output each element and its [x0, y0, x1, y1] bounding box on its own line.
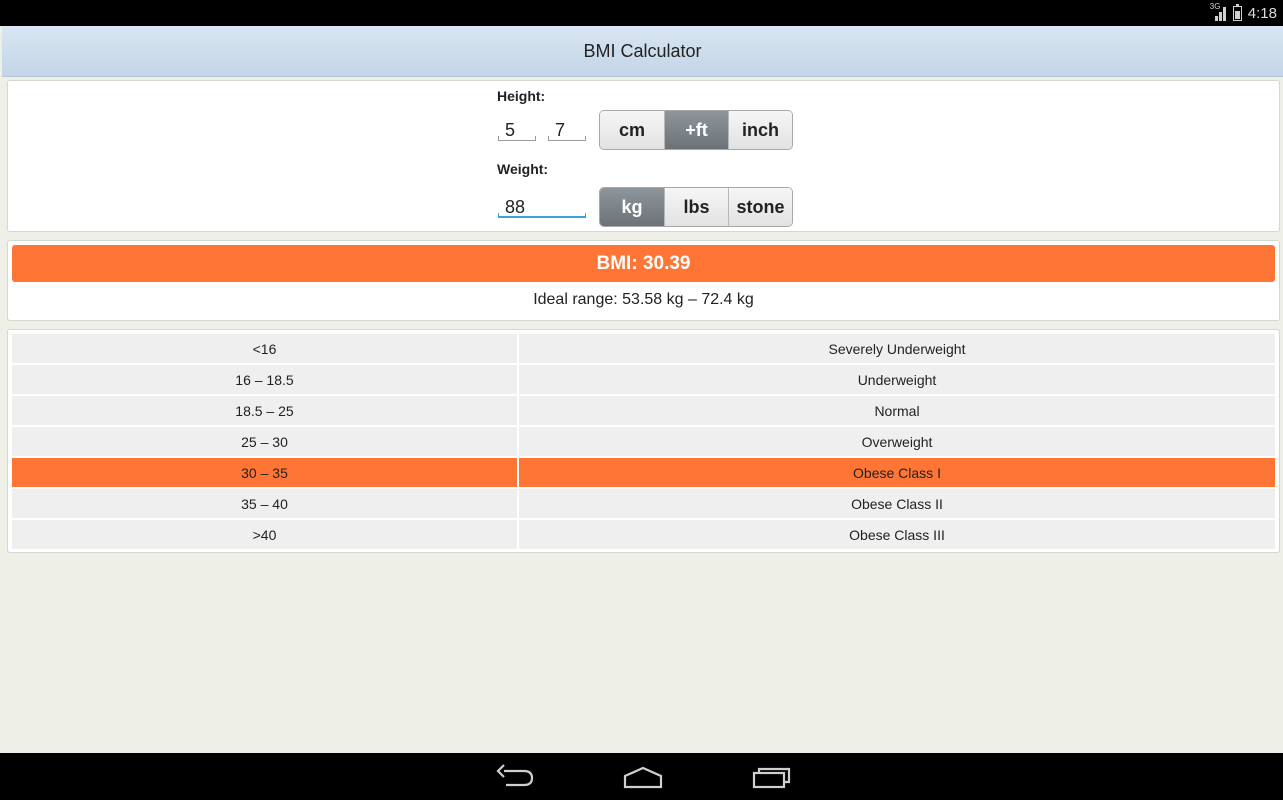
bmi-range-cell: 25 – 30	[12, 427, 517, 456]
weight-input[interactable]: 88	[498, 196, 586, 218]
bmi-value: BMI: 30.39	[596, 252, 691, 274]
bmi-range-cell: <16	[12, 334, 517, 363]
bmi-category-cell: Severely Underweight	[519, 334, 1275, 363]
table-row: 16 – 18.5 Underweight	[12, 365, 1275, 394]
height-unit-ft-button[interactable]: +ft	[664, 111, 728, 149]
app-title: BMI Calculator	[583, 40, 702, 61]
status-icons: 3G 4:18	[1209, 2, 1277, 24]
battery-icon	[1232, 3, 1242, 21]
home-icon[interactable]	[613, 761, 673, 793]
input-panel: Height: 5 7 cm +ft inch Weight: 88 kg lb…	[7, 80, 1280, 232]
height-inches-input[interactable]: 7	[548, 119, 586, 141]
bmi-result-bar: BMI: 30.39	[12, 245, 1275, 282]
table-row: 25 – 30 Overweight	[12, 427, 1275, 456]
table-row: 18.5 – 25 Normal	[12, 396, 1275, 425]
status-bar: 3G 4:18	[0, 0, 1283, 26]
bmi-category-cell: Obese Class II	[519, 489, 1275, 518]
bmi-range-cell: >40	[12, 520, 517, 549]
bmi-category-cell: Obese Class I	[519, 458, 1275, 487]
weight-unit-lbs-button[interactable]: lbs	[664, 188, 728, 226]
height-label: Height:	[497, 88, 546, 104]
result-panel: BMI: 30.39 Ideal range: 53.58 kg – 72.4 …	[7, 240, 1280, 321]
height-unit-cm-button[interactable]: cm	[600, 111, 664, 149]
height-unit-inch-button[interactable]: inch	[728, 111, 792, 149]
weight-unit-selector: kg lbs stone	[599, 187, 793, 227]
bmi-range-cell: 30 – 35	[12, 458, 517, 487]
weight-label: Weight:	[497, 161, 549, 177]
table-row: <16 Severely Underweight	[12, 334, 1275, 363]
bmi-range-cell: 35 – 40	[12, 489, 517, 518]
recent-apps-icon[interactable]	[742, 761, 802, 793]
bmi-range-cell: 18.5 – 25	[12, 396, 517, 425]
bmi-category-cell: Normal	[519, 396, 1275, 425]
table-row: 35 – 40 Obese Class II	[12, 489, 1275, 518]
weight-unit-kg-button[interactable]: kg	[600, 188, 664, 226]
bmi-range-cell: 16 – 18.5	[12, 365, 517, 394]
bmi-category-table: <16 Severely Underweight 16 – 18.5 Under…	[7, 329, 1280, 553]
title-bar: BMI Calculator	[2, 26, 1283, 77]
bmi-category-cell: Underweight	[519, 365, 1275, 394]
app-window: BMI Calculator Height: 5 7 cm +ft inch W…	[2, 26, 1283, 753]
weight-unit-stone-button[interactable]: stone	[728, 188, 792, 226]
ideal-range: Ideal range: 53.58 kg – 72.4 kg	[533, 291, 754, 308]
height-feet-input[interactable]: 5	[498, 119, 536, 141]
network-type: 3G	[1209, 2, 1221, 11]
back-icon[interactable]	[484, 761, 544, 793]
signal-icon: 3G	[1209, 2, 1227, 22]
bmi-category-cell: Overweight	[519, 427, 1275, 456]
height-unit-selector: cm +ft inch	[599, 110, 793, 150]
table-row: >40 Obese Class III	[12, 520, 1275, 549]
navigation-bar	[0, 753, 1283, 800]
clock: 4:18	[1247, 4, 1277, 22]
bmi-category-cell: Obese Class III	[519, 520, 1275, 549]
table-row-selected: 30 – 35 Obese Class I	[12, 458, 1275, 487]
